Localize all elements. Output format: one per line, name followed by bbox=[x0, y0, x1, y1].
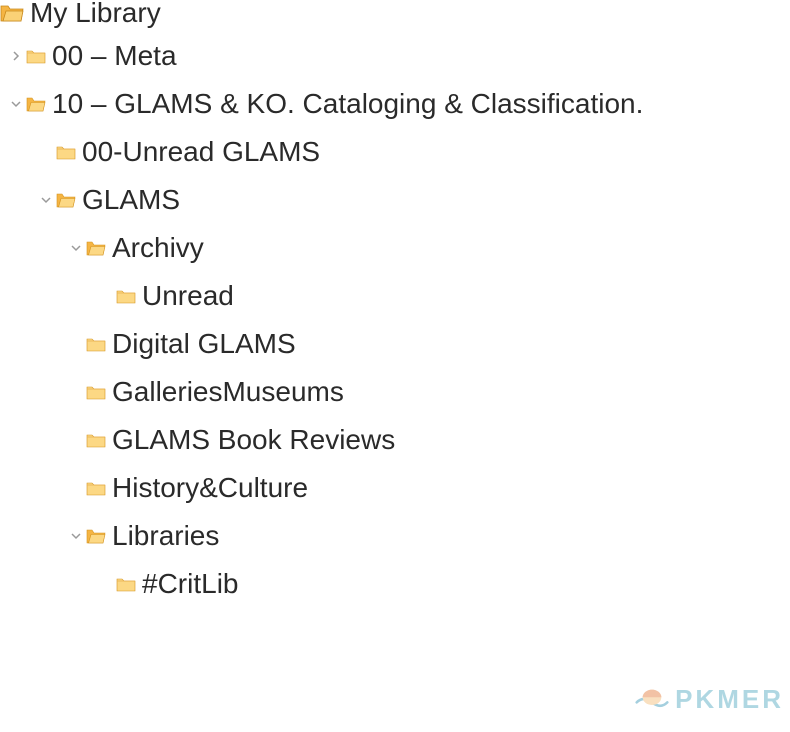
folder-icon bbox=[56, 192, 76, 208]
tree-item-label: 00 – Meta bbox=[52, 42, 177, 70]
folder-icon bbox=[86, 384, 106, 400]
tree-item-label: 10 – GLAMS & KO. Cataloging & Classifica… bbox=[52, 90, 643, 118]
tree-root[interactable]: My Library bbox=[0, 0, 790, 32]
watermark: PKMER bbox=[635, 682, 784, 716]
tree-item-label: Archivy bbox=[112, 234, 204, 262]
folder-icon bbox=[116, 576, 136, 592]
chevron-down-icon[interactable] bbox=[38, 192, 54, 208]
tree-item[interactable]: Libraries bbox=[0, 512, 790, 560]
tree-item-label: 00-Unread GLAMS bbox=[82, 138, 320, 166]
folder-icon bbox=[86, 480, 106, 496]
tree-item-label: GLAMS Book Reviews bbox=[112, 426, 395, 454]
pkmer-logo-icon bbox=[635, 682, 669, 716]
tree-item[interactable]: GalleriesMuseums bbox=[0, 368, 790, 416]
tree-item[interactable]: 10 – GLAMS & KO. Cataloging & Classifica… bbox=[0, 80, 790, 128]
tree-item[interactable]: GLAMS Book Reviews bbox=[0, 416, 790, 464]
folder-icon bbox=[86, 528, 106, 544]
folder-icon bbox=[86, 336, 106, 352]
folder-icon bbox=[56, 144, 76, 160]
folder-icon bbox=[86, 240, 106, 256]
tree-item-label: Unread bbox=[142, 282, 234, 310]
tree-item-label: History&Culture bbox=[112, 474, 308, 502]
tree-item[interactable]: 00-Unread GLAMS bbox=[0, 128, 790, 176]
tree-item[interactable]: Archivy bbox=[0, 224, 790, 272]
chevron-down-icon[interactable] bbox=[68, 240, 84, 256]
tree-item-label: Digital GLAMS bbox=[112, 330, 296, 358]
folder-icon bbox=[26, 48, 46, 64]
tree-item[interactable]: #CritLib bbox=[0, 560, 790, 608]
watermark-text: PKMER bbox=[675, 684, 784, 715]
tree-item-label: Libraries bbox=[112, 522, 219, 550]
tree-item-label: GLAMS bbox=[82, 186, 180, 214]
tree-item-label: GalleriesMuseums bbox=[112, 378, 344, 406]
tree-item[interactable]: Digital GLAMS bbox=[0, 320, 790, 368]
library-folder-icon bbox=[0, 3, 24, 23]
tree-item[interactable]: Unread bbox=[0, 272, 790, 320]
tree-item[interactable]: 00 – Meta bbox=[0, 32, 790, 80]
tree-item-label: #CritLib bbox=[142, 570, 238, 598]
tree-item[interactable]: GLAMS bbox=[0, 176, 790, 224]
tree-item[interactable]: History&Culture bbox=[0, 464, 790, 512]
chevron-down-icon[interactable] bbox=[68, 528, 84, 544]
folder-icon bbox=[26, 96, 46, 112]
chevron-down-icon[interactable] bbox=[8, 96, 24, 112]
folder-icon bbox=[86, 432, 106, 448]
folder-icon bbox=[116, 288, 136, 304]
folder-tree: My Library 00 – Meta 10 – GLAMS & KO. Cata… bbox=[0, 0, 790, 608]
chevron-right-icon[interactable] bbox=[8, 48, 24, 64]
tree-root-label: My Library bbox=[30, 0, 161, 27]
